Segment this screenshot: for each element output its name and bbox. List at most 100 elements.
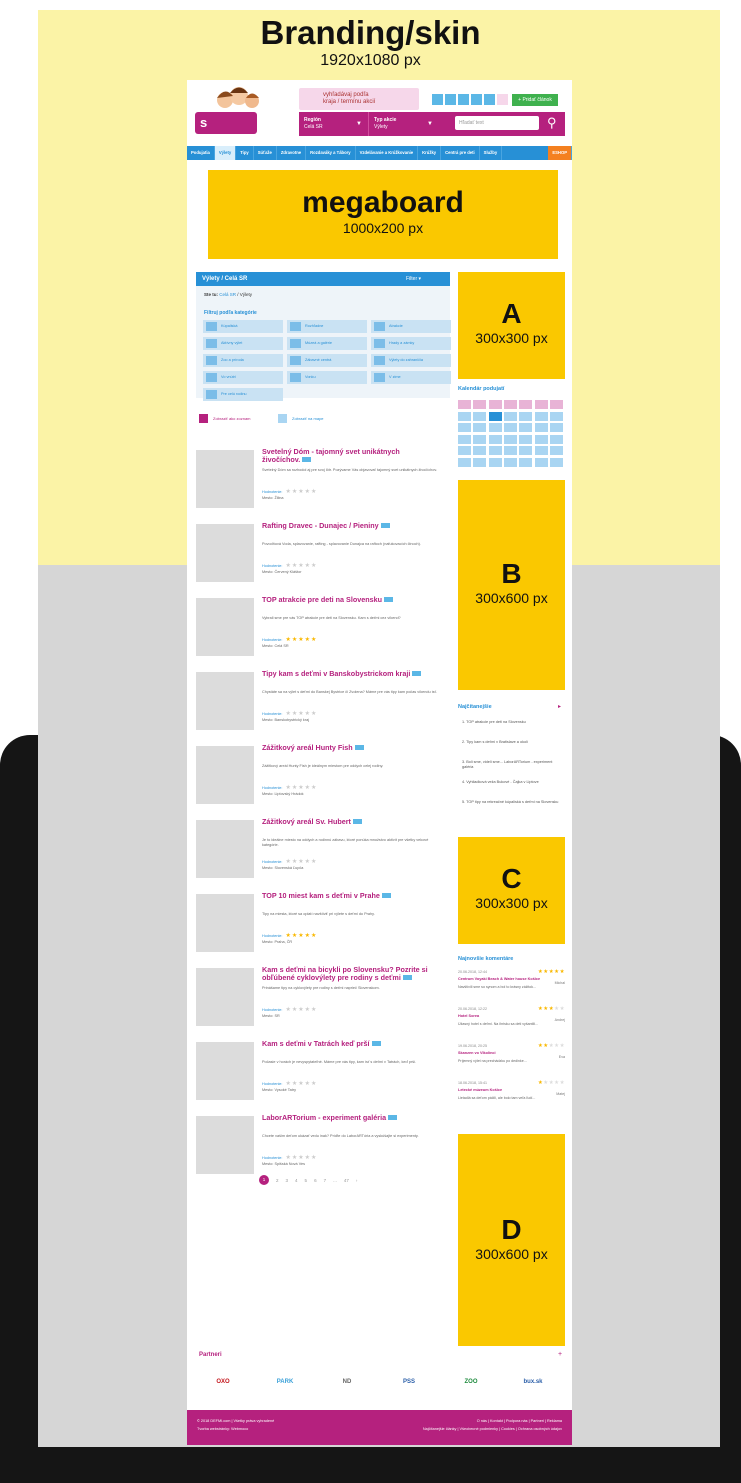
calendar-day[interactable] (488, 423, 502, 432)
calendar-day[interactable] (503, 423, 517, 432)
nav-item[interactable]: Súťaže (254, 146, 277, 160)
partner-logo[interactable]: bux.sk (513, 1370, 553, 1394)
page-link[interactable]: ... (333, 1178, 337, 1183)
calendar-day[interactable] (458, 446, 471, 455)
article-item[interactable]: Zážitkový areál Hunty Fish Zážitkový areá… (196, 744, 450, 818)
category-chip[interactable]: Pre celú rodinu (203, 388, 283, 401)
category-chip[interactable]: Aktívny výlet (203, 337, 283, 350)
ad-slot-a[interactable]: A 300x300 px (458, 272, 565, 379)
article-thumbnail[interactable] (196, 450, 254, 508)
promo-banner[interactable]: vyhľadávaj podľa kraja / termínu akcií (299, 88, 419, 110)
article-item[interactable]: Kam s deťmi na bicykli po Slovensku? Poz… (196, 966, 450, 1040)
view-on-map-button[interactable]: Zobraziť na mape (278, 413, 338, 424)
category-chip[interactable]: Rozhľadne (287, 320, 367, 333)
popular-item[interactable]: 3. Boli sme, videli sme... LaborARTorium… (462, 760, 562, 770)
article-item[interactable]: TOP 10 miest kam s deťmi v Prahe Tipy na … (196, 892, 450, 966)
footer-made-by[interactable]: Tvorba webstránky: Webmoco (197, 1427, 248, 1431)
comment-item[interactable]: 20.06.2018, 12:22 ★★★★★ Hotel Sorea Andrej Ú… (458, 1006, 565, 1037)
category-chip[interactable]: V zime (371, 371, 451, 384)
article-item[interactable]: Zážitkový areál Sv. Hubert Je to ideálne … (196, 818, 450, 892)
partners-more-icon[interactable]: + (558, 1351, 562, 1358)
page-link[interactable]: 47 (344, 1178, 349, 1183)
type-select[interactable]: Typ akcie Výlety ▼ (369, 112, 439, 136)
calendar-day[interactable] (458, 423, 471, 432)
popular-more-icon[interactable]: ▸ (558, 703, 561, 710)
ad-slot-d[interactable]: D 300x600 px (458, 1134, 565, 1346)
article-thumbnail[interactable] (196, 968, 254, 1026)
article-title[interactable]: Kam s deťmi v Tatrách keď prší (262, 1040, 437, 1048)
nav-item[interactable]: Tipy (236, 146, 254, 160)
calendar-day[interactable] (488, 434, 502, 444)
calendar-day[interactable] (534, 446, 548, 455)
calendar-day[interactable] (503, 446, 517, 455)
article-item[interactable]: Kam s deťmi v Tatrách keď prší Počasie v … (196, 1040, 450, 1114)
twitter-icon[interactable] (458, 94, 469, 105)
category-chip[interactable]: Múzeá a galérie (287, 337, 367, 350)
article-thumbnail[interactable] (196, 1042, 254, 1100)
mail-icon[interactable] (497, 94, 508, 105)
nav-item[interactable]: Výlety (214, 146, 237, 160)
nav-item[interactable]: Podujatia (187, 146, 215, 160)
comment-title[interactable]: Letecké múzeum Košice (458, 1088, 502, 1092)
partner-logo[interactable]: ZOO (451, 1370, 491, 1394)
calendar-day[interactable] (503, 411, 517, 421)
nav-item[interactable]: Krúžky (418, 146, 442, 160)
category-chip[interactable]: Vonku (287, 371, 367, 384)
category-chip[interactable]: Vo vnútri (203, 371, 283, 384)
calendar-day[interactable] (534, 423, 548, 432)
youtube-icon[interactable] (471, 94, 482, 105)
breadcrumb-link[interactable]: Celá SR (219, 292, 236, 297)
facebook-icon[interactable] (445, 94, 456, 105)
article-thumbnail[interactable] (196, 1116, 254, 1174)
page-link[interactable]: 1 (259, 1175, 269, 1185)
rss-icon[interactable] (484, 94, 495, 105)
calendar-day[interactable] (458, 434, 471, 444)
nav-item[interactable]: Vzdelávanie a Krúžkovanie (356, 146, 419, 160)
instagram-icon[interactable] (432, 94, 443, 105)
page-link[interactable]: 2 (276, 1178, 279, 1183)
comment-item[interactable]: 19.06.2018, 20:25 ★★★★★ Skanzen vo Vlkolín… (458, 1043, 565, 1074)
calendar-day[interactable] (503, 434, 517, 444)
calendar-day[interactable] (488, 457, 502, 467)
article-title[interactable]: Tipy kam s deťmi v Banskobystrickom kraj… (262, 670, 437, 678)
calendar-day[interactable] (549, 423, 563, 432)
calendar-day[interactable] (458, 457, 471, 467)
article-item[interactable]: Tipy kam s deťmi v Banskobystrickom kraj… (196, 670, 450, 744)
category-chip[interactable]: Atrakcie (371, 320, 451, 333)
article-title[interactable]: TOP 10 miest kam s deťmi v Prahe (262, 892, 437, 900)
search-input[interactable]: Hľadať text (455, 116, 539, 130)
calendar-day[interactable] (473, 446, 487, 455)
comment-item[interactable]: 18.06.2018, 15:41 ★★★★★ Letecké múzeum Koš… (458, 1080, 565, 1111)
page-link[interactable]: › (356, 1178, 358, 1183)
calendar-day[interactable] (534, 434, 548, 444)
calendar-day[interactable] (473, 434, 487, 444)
category-chip[interactable]: Kúpaliská (203, 320, 283, 333)
calendar-day[interactable] (488, 411, 502, 421)
article-title[interactable]: Rafting Dravec - Dunajec / Pieniny (262, 522, 437, 530)
calendar-day[interactable] (488, 446, 502, 455)
ad-slot-b[interactable]: B 300x600 px (458, 480, 565, 690)
article-thumbnail[interactable] (196, 746, 254, 804)
popular-item[interactable]: 2. Tipy kam s deťmi v Bratislave a okolí (462, 740, 562, 745)
calendar-day[interactable] (519, 411, 533, 421)
footer-links-1[interactable]: O nás | Kontakt | Podpora nás | Partneri… (477, 1419, 562, 1423)
calendar-day[interactable] (549, 411, 563, 421)
nav-item[interactable]: ESHOP (548, 146, 572, 160)
article-thumbnail[interactable] (196, 820, 254, 878)
page-link[interactable]: 3 (286, 1178, 289, 1183)
partner-logo[interactable]: OXO (203, 1370, 243, 1394)
nav-item[interactable]: Rozdaváky a Tábory (306, 146, 356, 160)
article-thumbnail[interactable] (196, 894, 254, 952)
comment-item[interactable]: 20.06.2018, 12:44 ★★★★★ Centrum Voyaki Bea… (458, 969, 565, 1000)
article-item[interactable]: Rafting Dravec - Dunajec / Pieniny Povodň… (196, 522, 450, 596)
calendar-day[interactable] (549, 434, 563, 444)
region-select[interactable]: Región Celá SR ▼ (299, 112, 369, 136)
nav-item[interactable]: Zdravotne (277, 146, 307, 160)
calendar-day[interactable] (549, 457, 563, 467)
calendar-day[interactable] (458, 411, 471, 421)
popular-item[interactable]: 1. TOP atrakcie pre deti na Slovensku (462, 720, 562, 725)
article-title[interactable]: Svetelný Dóm - tajomný svet unikátnych ž… (262, 448, 437, 464)
article-item[interactable]: TOP atrakcie pre deti na Slovensku Vybral… (196, 596, 450, 670)
category-chip[interactable]: Zábavné centrá (287, 354, 367, 367)
calendar-day[interactable] (534, 411, 548, 421)
